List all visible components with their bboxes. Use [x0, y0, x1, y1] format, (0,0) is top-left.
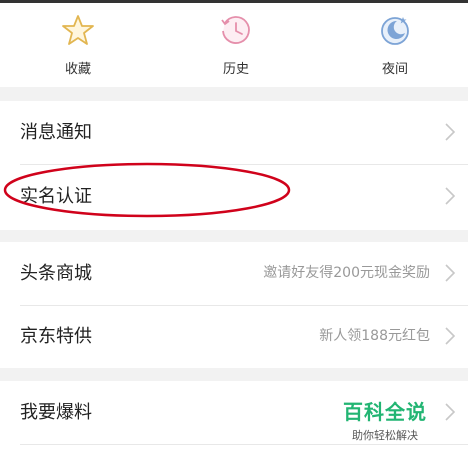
notifications-label: 消息通知 [20, 122, 92, 143]
night-mode-label: 夜间 [381, 62, 408, 77]
history-button[interactable]: 历史 [181, 3, 291, 87]
divider [20, 444, 468, 445]
jd-special-row[interactable]: 京东特供 新人领188元红包 [0, 305, 468, 368]
history-label: 历史 [222, 62, 249, 77]
quick-actions-bar: 收藏 历史 夜间 [0, 3, 468, 87]
settings-section-1: 消息通知 实名认证 [0, 101, 468, 230]
jd-special-hint: 新人领188元红包 [319, 328, 430, 344]
watermark-title: 百科全说 [343, 400, 427, 424]
moon-night-icon [381, 17, 409, 45]
real-name-verification-row[interactable]: 实名认证 [0, 165, 468, 228]
chevron-right-icon [445, 264, 456, 282]
toutiao-mall-row[interactable]: 头条商城 邀请好友得200元现金奖励 [0, 242, 468, 305]
chevron-right-icon [445, 123, 456, 141]
watermark: 百科全说 助你轻松解决 [330, 396, 440, 443]
night-mode-button[interactable]: 夜间 [340, 3, 450, 87]
favorites-label: 收藏 [64, 62, 91, 77]
chevron-right-icon [445, 187, 456, 205]
favorites-button[interactable]: 收藏 [23, 3, 133, 87]
clock-history-icon [221, 16, 250, 44]
chevron-right-icon [445, 403, 456, 421]
toutiao-mall-label: 头条商城 [20, 263, 92, 284]
chevron-right-icon [445, 327, 456, 345]
watermark-subtitle: 助你轻松解决 [352, 429, 418, 442]
submit-tip-label: 我要爆料 [20, 402, 92, 423]
toutiao-mall-hint: 邀请好友得200元现金奖励 [263, 265, 430, 281]
notifications-row[interactable]: 消息通知 [0, 101, 468, 164]
star-icon [62, 15, 94, 45]
jd-special-label: 京东特供 [20, 326, 92, 347]
real-name-verification-label: 实名认证 [20, 186, 92, 207]
settings-section-2: 头条商城 邀请好友得200元现金奖励 京东特供 新人领188元红包 [0, 242, 468, 368]
